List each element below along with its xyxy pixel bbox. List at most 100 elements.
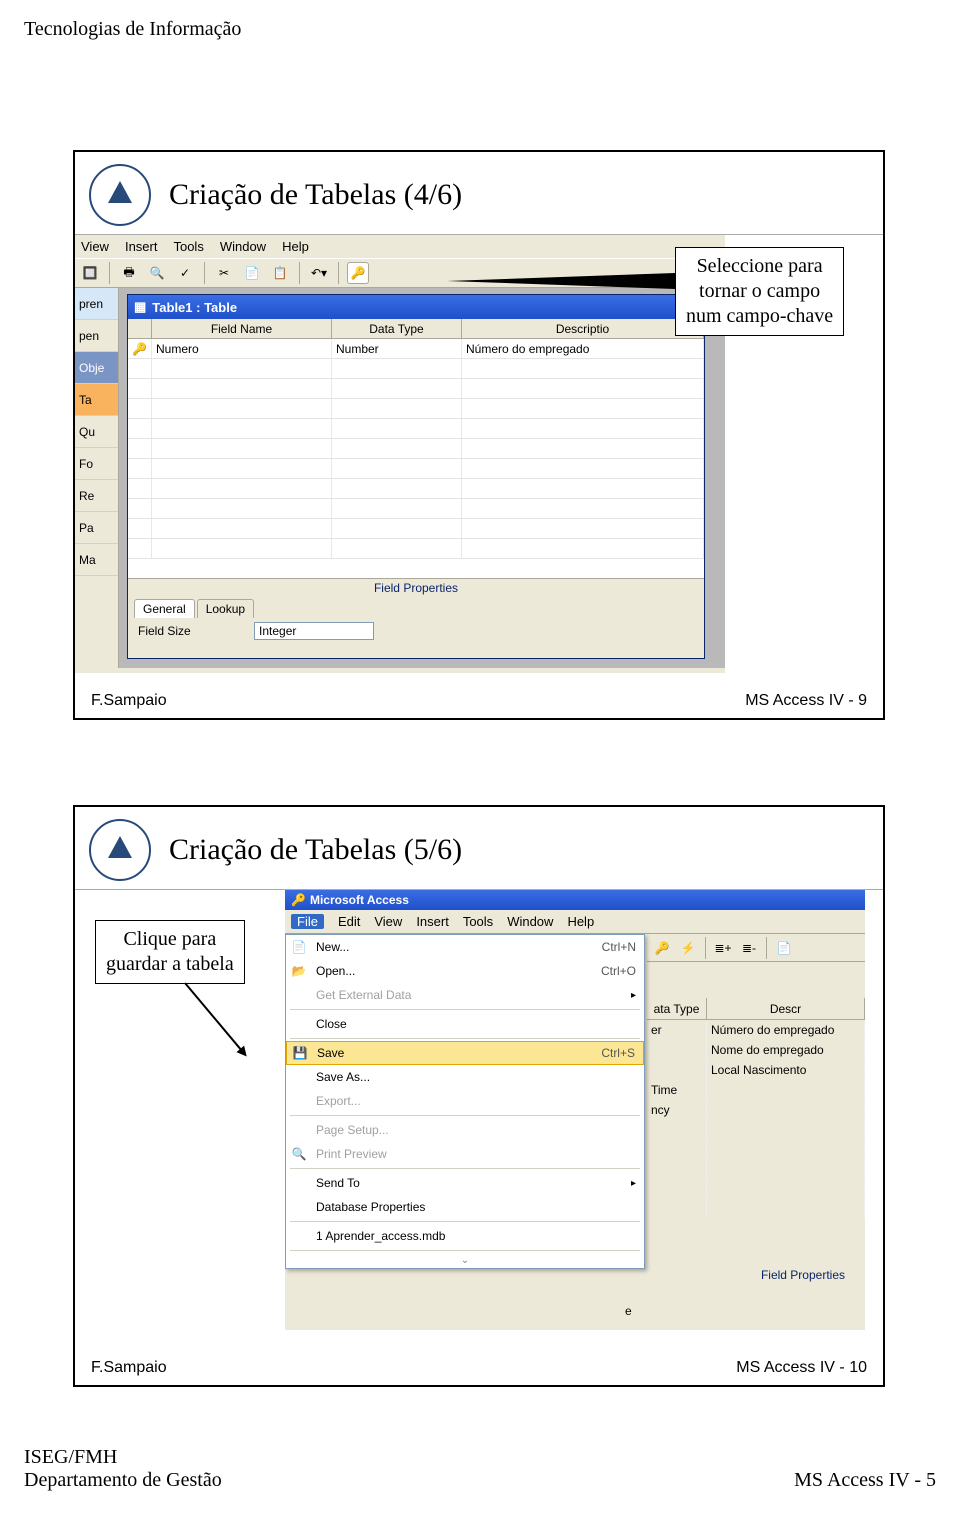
menu-item-save-as[interactable]: Save As... (286, 1065, 644, 1089)
table-row[interactable]: Local Nascimento (647, 1060, 865, 1080)
toolbar-spell-icon[interactable]: ✓ (174, 262, 196, 284)
table-row[interactable]: erNúmero do empregado (647, 1020, 865, 1040)
design-row-empty[interactable] (128, 459, 704, 479)
callout-line1: Seleccione para (686, 254, 833, 279)
menu-insert[interactable]: Insert (125, 239, 158, 254)
row-data-type[interactable]: Number (332, 339, 462, 358)
design-row-empty[interactable] (128, 379, 704, 399)
tab-lookup[interactable]: Lookup (197, 599, 254, 618)
tb-indexes-icon[interactable]: ⚡ (677, 937, 699, 959)
design-row-empty[interactable] (128, 479, 704, 499)
menu-window[interactable]: Window (220, 239, 266, 254)
university-logo-icon (89, 819, 151, 881)
menu-item-recent-file[interactable]: 1 Aprender_access.mdb (286, 1224, 644, 1248)
tb-key-icon[interactable]: 🔑 (651, 937, 673, 959)
menu-item-get-external-data[interactable]: Get External Data ▸ (286, 983, 644, 1007)
tb-props-icon[interactable]: 📄 (773, 937, 795, 959)
menu-help[interactable]: Help (567, 914, 594, 929)
expand-chevron-icon[interactable]: ⌄ (286, 1253, 644, 1268)
slide2-title: Criação de Tabelas (5/6) (169, 833, 462, 867)
submenu-arrow-icon: ▸ (631, 1178, 636, 1189)
table-row[interactable]: ncy (647, 1100, 865, 1120)
nav-open2[interactable]: pen (75, 320, 118, 352)
table-design-window: ▦ Table1 : Table Field Name Data Type De… (127, 294, 705, 659)
menu-item-label: Get External Data (316, 988, 623, 1002)
cell-type[interactable] (647, 1060, 707, 1079)
menu-item-save[interactable]: 💾 Save Ctrl+S (286, 1041, 644, 1065)
cell-desc[interactable]: Local Nascimento (707, 1060, 865, 1079)
design-row-empty[interactable] (128, 359, 704, 379)
table-row[interactable] (647, 1140, 865, 1160)
toolbar-paste-icon[interactable]: 📋 (269, 262, 291, 284)
menu-item-label: Page Setup... (316, 1123, 636, 1137)
cell-desc[interactable]: Número do empregado (707, 1020, 865, 1039)
menu-item-label: Export... (316, 1094, 636, 1108)
page-footer: ISEG/FMH Departamento de Gestão MS Acces… (24, 1446, 936, 1492)
table-row[interactable]: Time (647, 1080, 865, 1100)
university-logo-icon (89, 164, 151, 226)
menu-view[interactable]: View (374, 914, 402, 929)
table-row[interactable]: Nome do empregado (647, 1040, 865, 1060)
nav-forms[interactable]: Fo (75, 448, 118, 480)
row-description[interactable]: Número do empregado (462, 339, 704, 358)
toolbar-preview-icon[interactable]: 🔍 (146, 262, 168, 284)
menu-item-send-to[interactable]: Send To ▸ (286, 1171, 644, 1195)
nav-queries[interactable]: Qu (75, 416, 118, 448)
partial-e: e (625, 1304, 632, 1318)
cell-type[interactable]: Time (647, 1080, 707, 1099)
menu-item-export[interactable]: Export... (286, 1089, 644, 1113)
menu-tools[interactable]: Tools (173, 239, 203, 254)
fp-field-size-value[interactable]: Integer (254, 622, 374, 640)
open-icon: 📂 (290, 964, 308, 978)
design-row-empty[interactable] (128, 419, 704, 439)
cell-desc[interactable] (707, 1080, 865, 1099)
table-row[interactable] (647, 1120, 865, 1140)
design-header-partial: ata Type Descr (647, 998, 865, 1020)
slide2-titlebar: Criação de Tabelas (5/6) (75, 807, 883, 890)
cell-type[interactable]: er (647, 1020, 707, 1039)
menu-item-new[interactable]: 📄 New... Ctrl+N (286, 935, 644, 959)
nav-macros[interactable]: Ma (75, 544, 118, 576)
toolbar-undo-icon[interactable]: ↶▾ (308, 262, 330, 284)
toolbar-design-icon[interactable]: 🔲 (79, 262, 101, 284)
tb-insertrows-icon[interactable]: ≣+ (712, 937, 734, 959)
design-row-empty[interactable] (128, 519, 704, 539)
design-row-empty[interactable] (128, 399, 704, 419)
menu-view[interactable]: View (81, 239, 109, 254)
nav-open[interactable]: pren (75, 288, 118, 320)
design-row-1[interactable]: 🔑 Numero Number Número do empregado (128, 339, 704, 359)
table-row[interactable] (647, 1200, 865, 1220)
cell-type[interactable] (647, 1040, 707, 1059)
tab-general[interactable]: General (134, 599, 195, 618)
row-field-name[interactable]: Numero (152, 339, 332, 358)
toolbar-cut-icon[interactable]: ✂ (213, 262, 235, 284)
menu-item-print-preview[interactable]: 🔍 Print Preview (286, 1142, 644, 1166)
cell-type[interactable]: ncy (647, 1100, 707, 1119)
cell-desc[interactable] (707, 1100, 865, 1119)
nav-pages[interactable]: Pa (75, 512, 118, 544)
menu-insert[interactable]: Insert (416, 914, 449, 929)
toolbar-primarykey-icon[interactable]: 🔑 (347, 262, 369, 284)
table-row[interactable] (647, 1180, 865, 1200)
page-footer-right: MS Access IV - 5 (794, 1469, 936, 1492)
cell-desc[interactable]: Nome do empregado (707, 1040, 865, 1059)
design-row-empty[interactable] (128, 539, 704, 559)
nav-tables[interactable]: Ta (75, 384, 118, 416)
nav-reports[interactable]: Re (75, 480, 118, 512)
menu-window[interactable]: Window (507, 914, 553, 929)
menu-item-page-setup[interactable]: Page Setup... (286, 1118, 644, 1142)
menu-item-close[interactable]: Close (286, 1012, 644, 1036)
menu-item-db-properties[interactable]: Database Properties (286, 1195, 644, 1219)
table-row[interactable] (647, 1160, 865, 1180)
menu-edit[interactable]: Edit (338, 914, 360, 929)
design-row-empty[interactable] (128, 439, 704, 459)
menu-file[interactable]: File (291, 914, 324, 929)
toolbar-copy-icon[interactable]: 📄 (241, 262, 263, 284)
design-row-empty[interactable] (128, 499, 704, 519)
menu-help[interactable]: Help (282, 239, 309, 254)
s2-content: 🔑 ⚡ ≣+ ≣- 📄 ata Type Descr erNúmero do e… (285, 934, 865, 1322)
toolbar-print-icon[interactable]: 🖶 (118, 262, 140, 284)
menu-tools[interactable]: Tools (463, 914, 493, 929)
tb-deleterows-icon[interactable]: ≣- (738, 937, 760, 959)
menu-item-open[interactable]: 📂 Open... Ctrl+O (286, 959, 644, 983)
